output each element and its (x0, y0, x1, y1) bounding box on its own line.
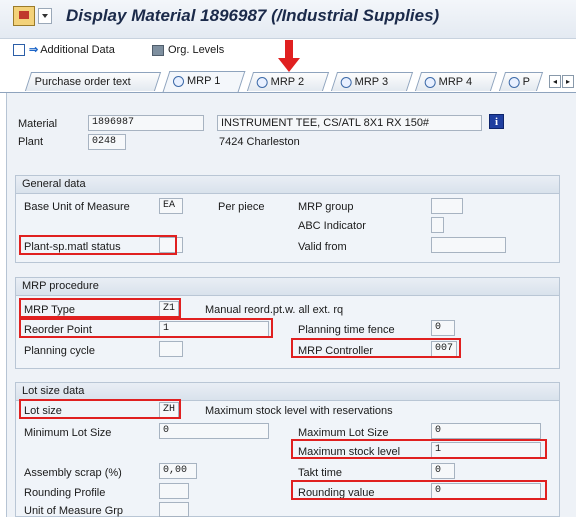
plant-description: 7424 Charleston (219, 136, 300, 148)
arrow-right-icon: ⇒ (29, 44, 39, 56)
plant-label: Plant (18, 136, 44, 148)
tab-scroll-left-button[interactable]: ◂ (549, 75, 561, 88)
material-label: Material (18, 118, 58, 130)
tab-status-icon (508, 76, 520, 88)
highlight-lot-size (19, 399, 181, 419)
tab-mrp-3[interactable]: MRP 3 (330, 72, 414, 91)
mrp-group-field[interactable] (431, 198, 463, 214)
base-uom-label: Base Unit of Measure (24, 201, 130, 213)
title-bar: Display Material 1896987 (/Industrial Su… (0, 0, 576, 39)
highlight-maximum-stock-level (291, 439, 547, 459)
tab-status-icon (173, 75, 184, 87)
rounding-profile-field[interactable] (159, 483, 189, 499)
tab-mrp-1[interactable]: MRP 1 (162, 71, 246, 92)
mrp-procedure-title: MRP procedure (16, 278, 559, 296)
uom-group-field[interactable] (159, 502, 189, 517)
org-levels-label: Org. Levels (168, 44, 225, 56)
valid-from-field[interactable] (431, 237, 506, 253)
planning-time-fence-field[interactable]: 0 (431, 320, 455, 336)
abc-indicator-field[interactable] (431, 217, 444, 233)
tab-status-icon (256, 76, 268, 88)
tab-more[interactable]: P (498, 72, 544, 91)
tab-status-icon (340, 76, 352, 88)
info-icon[interactable]: i (489, 114, 504, 129)
tab-status-icon (424, 76, 436, 88)
minimum-lot-size-label: Minimum Lot Size (24, 427, 112, 439)
mrp-type-description: Manual reord.pt.w. all ext. rq (205, 304, 344, 316)
system-menu-button[interactable] (38, 8, 52, 24)
mrp-group-label: MRP group (298, 201, 354, 213)
material-field[interactable]: 1896987 (88, 115, 204, 131)
abc-indicator-label: ABC Indicator (298, 220, 366, 232)
planning-cycle-label: Planning cycle (24, 345, 95, 357)
document-icon (13, 44, 25, 57)
general-data-title: General data (16, 176, 559, 194)
maximum-lot-size-label: Maximum Lot Size (298, 427, 389, 439)
sap-app-icon[interactable] (13, 6, 35, 26)
tab-strip: Purchase order text MRP 1 MRP 2 MRP 3 MR… (0, 70, 576, 93)
base-uom-description: Per piece (218, 201, 265, 213)
minimum-lot-size-field[interactable]: 0 (159, 423, 269, 439)
tab-purchase-order-text[interactable]: Purchase order text (24, 72, 162, 91)
highlight-plant-status (19, 235, 177, 255)
highlight-mrp-controller (291, 338, 461, 358)
base-uom-field[interactable]: EA (159, 198, 183, 214)
org-levels-icon (152, 44, 164, 56)
uom-group-label: Unit of Measure Grp (24, 505, 124, 517)
rounding-profile-label: Rounding Profile (24, 487, 106, 499)
additional-data-button[interactable]: ⇒ Additional Data (13, 42, 115, 58)
takt-time-label: Takt time (298, 467, 343, 479)
page-title: Display Material 1896987 (/Industrial Su… (66, 6, 440, 25)
plant-field[interactable]: 0248 (88, 134, 126, 150)
additional-data-label: Additional Data (40, 44, 115, 56)
takt-time-field[interactable]: 0 (431, 463, 455, 479)
planning-time-fence-label: Planning time fence (298, 324, 395, 336)
highlight-rounding-value (291, 480, 547, 500)
tab-scroll-right-button[interactable]: ▸ (562, 75, 574, 88)
maximum-lot-size-field[interactable]: 0 (431, 423, 541, 439)
assembly-scrap-label: Assembly scrap (%) (24, 467, 122, 479)
assembly-scrap-field[interactable]: 0,00 (159, 463, 197, 479)
planning-cycle-field[interactable] (159, 341, 183, 357)
org-levels-button[interactable]: Org. Levels (152, 42, 224, 58)
lot-size-description: Maximum stock level with reservations (205, 405, 393, 417)
valid-from-label: Valid from (298, 241, 347, 253)
highlight-mrp-type (19, 298, 181, 318)
highlight-reorder-point (19, 318, 273, 338)
material-description-field[interactable]: INSTRUMENT TEE, CS/ATL 8X1 RX 150# (217, 115, 482, 131)
tab-mrp-4[interactable]: MRP 4 (414, 72, 498, 91)
tab-mrp-2[interactable]: MRP 2 (246, 72, 330, 91)
